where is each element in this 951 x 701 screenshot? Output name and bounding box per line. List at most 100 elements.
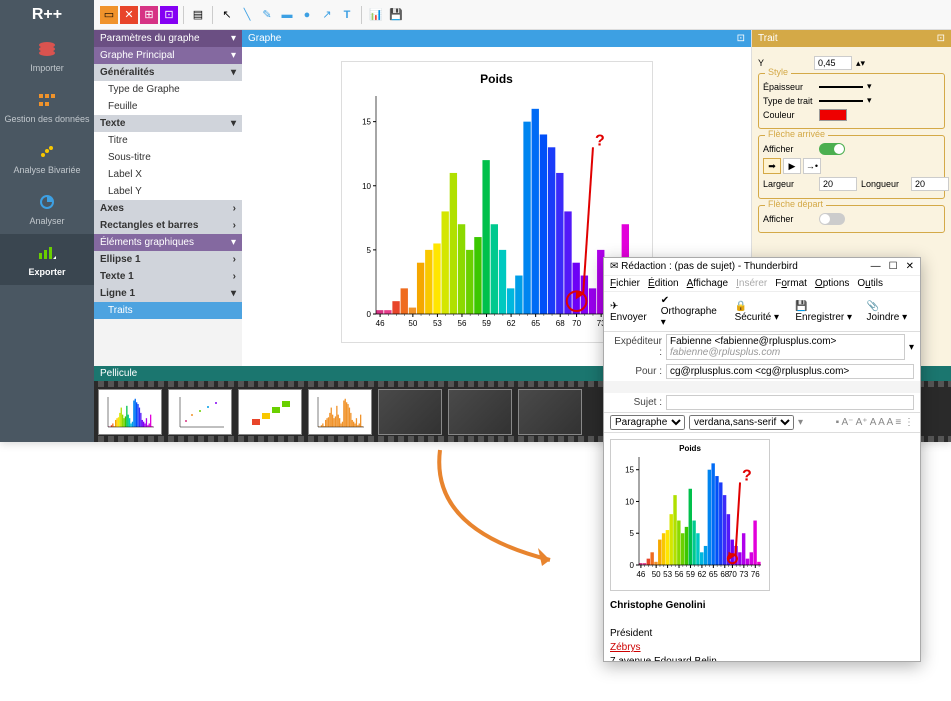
pour-field[interactable]: cg@rplusplus.com <cg@rplusplus.com> (666, 364, 914, 379)
section-elements[interactable]: Éléments graphiques▾ (94, 234, 242, 251)
thumb-3[interactable] (238, 389, 302, 435)
color-swatch[interactable] (819, 109, 847, 121)
font-select[interactable]: verdana,sans-serif (689, 415, 794, 430)
nav-analyser[interactable]: Analyser (0, 183, 94, 234)
trait-header: Trait⊡ (752, 30, 951, 47)
sub-ellipse1[interactable]: Ellipse 1› (94, 251, 242, 268)
menu-affichage[interactable]: Affichage (687, 278, 729, 289)
thumb-1[interactable] (98, 389, 162, 435)
afficher-toggle[interactable] (819, 143, 845, 155)
nav-bivariee[interactable]: Analyse Bivariée (0, 132, 94, 183)
item-type-graphe[interactable]: Type de Graphe (94, 81, 242, 98)
enregistrer-button[interactable]: 💾 Enregistrer ▾ (795, 301, 856, 323)
sig-company[interactable]: Zébrys (610, 642, 641, 653)
chart-title: Poids (352, 72, 642, 86)
export-icon (36, 242, 58, 264)
tb-line[interactable]: ╲ (238, 6, 256, 24)
section-principal[interactable]: Graphe Principal▾ (94, 47, 242, 64)
svg-text:0: 0 (366, 310, 371, 319)
menu-outils[interactable]: Outils (857, 278, 883, 289)
envoyer-button[interactable]: ✈ Envoyer (610, 301, 651, 323)
orthographe-button[interactable]: ✔ Orthographe ▾ (661, 295, 725, 328)
y-input[interactable] (814, 56, 852, 70)
graphe-header: Graphe⊡ (242, 30, 751, 47)
item-traits[interactable]: Traits (94, 302, 242, 319)
tb-chart-icon[interactable]: 📊 (367, 6, 385, 24)
svg-text:56: 56 (457, 319, 466, 328)
embedded-chart: Poids 0510154650535659626568707376? (610, 439, 770, 591)
group-arrivee: Flèche arrivée Afficher ➡ ▶ →• Largeur L… (758, 135, 945, 199)
trait-expand-icon[interactable]: ⊡ (937, 33, 945, 44)
menu-options[interactable]: Options (815, 278, 849, 289)
epaisseur-preview[interactable] (819, 86, 863, 88)
svg-text:53: 53 (663, 570, 672, 579)
curve-arrow-icon (420, 440, 600, 580)
depart-toggle[interactable] (819, 213, 845, 225)
depart-afficher-label: Afficher (763, 214, 815, 224)
type-trait-preview[interactable] (819, 100, 863, 102)
arrow-style-3[interactable]: →• (803, 158, 821, 174)
item-titre[interactable]: Titre (94, 132, 242, 149)
collapse-icon[interactable]: ▾ (231, 33, 236, 44)
tb-btn-3[interactable]: ⊞ (140, 6, 158, 24)
menu-edition[interactable]: Édition (648, 278, 679, 289)
sub-texte1[interactable]: Texte 1› (94, 268, 242, 285)
tb-arrow[interactable]: ↗ (318, 6, 336, 24)
maximize-icon[interactable]: ☐ (889, 261, 898, 272)
expediteur-field[interactable]: Fabienne <fabienne@rplusplus.com> fabien… (666, 334, 905, 360)
tb-body[interactable]: Poids 0510154650535659626568707376? Chri… (604, 433, 920, 661)
toolbar: ▭ ✕ ⊞ ⊡ ▤ ↖ ╲ ✎ ▬ ● ↗ T 📊 💾 (94, 0, 951, 30)
arrow-style-1[interactable]: ➡ (763, 158, 781, 174)
thumb-2[interactable] (168, 389, 232, 435)
tb-btn-2[interactable]: ✕ (120, 6, 138, 24)
menu-format[interactable]: Format (775, 278, 807, 289)
sub-generalites[interactable]: Généralités▾ (94, 64, 242, 81)
securite-button[interactable]: 🔒 Sécurité ▾ (735, 301, 786, 323)
menu-fichier[interactable]: Fichier (610, 278, 640, 289)
nav-label: Analyser (29, 216, 64, 226)
group-style: Style Épaisseur▾ Type de trait▾ Couleur (758, 73, 945, 129)
tb-btn-layout[interactable]: ▤ (189, 6, 207, 24)
tb-pen[interactable]: ✎ (258, 6, 276, 24)
item-feuille[interactable]: Feuille (94, 98, 242, 115)
sub-axes[interactable]: Axes› (94, 200, 242, 217)
thumb-6[interactable] (448, 389, 512, 435)
graphe-expand-icon[interactable]: ⊡ (737, 33, 745, 44)
nav-gestion[interactable]: Gestion des données (0, 81, 94, 132)
thumb-5[interactable] (378, 389, 442, 435)
sub-rect[interactable]: Rectangles et barres› (94, 217, 242, 234)
item-label-x[interactable]: Label X (94, 166, 242, 183)
tb-rect[interactable]: ▬ (278, 6, 296, 24)
tb-btn-1[interactable]: ▭ (100, 6, 118, 24)
format-icons[interactable]: ▪ A⁻ A⁺ A A A ≡ ⋮ (836, 417, 914, 428)
tb-btn-4[interactable]: ⊡ (160, 6, 178, 24)
tb-save-icon[interactable]: 💾 (387, 6, 405, 24)
embed-chart-title: Poids (615, 444, 765, 453)
sub-texte[interactable]: Texte▾ (94, 115, 242, 132)
tb-text[interactable]: T (338, 6, 356, 24)
app-logo: R++ (0, 0, 94, 30)
item-sous-titre[interactable]: Sous-titre (94, 149, 242, 166)
joindre-button[interactable]: 📎 Joindre ▾ (867, 301, 914, 323)
tb-app-icon: ✉ (610, 261, 618, 272)
paragraph-select[interactable]: Paragraphe (610, 415, 685, 430)
minimize-icon[interactable]: — (871, 261, 881, 272)
nav-exporter[interactable]: Exporter (0, 234, 94, 285)
largeur-label: Largeur (763, 179, 815, 189)
sub-ligne1[interactable]: Ligne 1▾ (94, 285, 242, 302)
nav-importer[interactable]: Importer (0, 30, 94, 81)
longueur-input[interactable] (911, 177, 949, 191)
close-icon[interactable]: ✕ (906, 261, 914, 272)
stepper-icon[interactable]: ▴▾ (856, 58, 865, 69)
thumb-7[interactable] (518, 389, 582, 435)
arrow-style-2[interactable]: ▶ (783, 158, 801, 174)
svg-text:0: 0 (630, 561, 635, 570)
nav-label: Exporter (28, 267, 65, 277)
thumb-4[interactable] (308, 389, 372, 435)
largeur-input[interactable] (819, 177, 857, 191)
tb-ellipse[interactable]: ● (298, 6, 316, 24)
item-label-y[interactable]: Label Y (94, 183, 242, 200)
tb-cursor[interactable]: ↖ (218, 6, 236, 24)
sujet-input[interactable] (666, 395, 914, 410)
menu-inserer[interactable]: Insérer (736, 278, 767, 289)
